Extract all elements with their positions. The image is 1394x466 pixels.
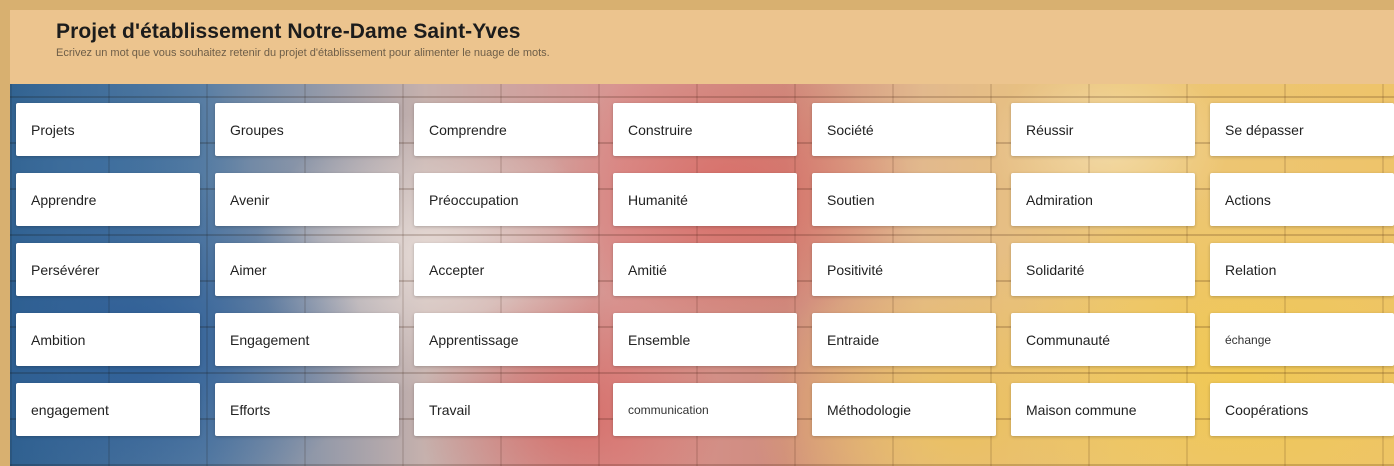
word-card[interactable]: Construire [613, 103, 797, 156]
word-label: Comprendre [429, 121, 507, 138]
word-card[interactable]: Maison commune [1011, 383, 1195, 436]
word-card[interactable]: Projets [16, 103, 200, 156]
word-card[interactable]: Coopérations [1210, 383, 1394, 436]
word-card[interactable]: Positivité [812, 243, 996, 296]
word-label: Groupes [230, 121, 284, 138]
word-label: Préoccupation [429, 191, 519, 208]
word-card[interactable]: Aimer [215, 243, 399, 296]
word-card[interactable]: Préoccupation [414, 173, 598, 226]
word-label: Relation [1225, 261, 1277, 278]
word-card[interactable]: Apprentissage [414, 313, 598, 366]
word-label: Ambition [31, 331, 86, 348]
word-card[interactable]: échange [1210, 313, 1394, 366]
word-grid: Projets Groupes Comprendre Construire Sociét… [16, 103, 1394, 436]
word-card[interactable]: Persévérer [16, 243, 200, 296]
word-label: Soutien [827, 191, 875, 208]
word-label: Communauté [1026, 331, 1111, 348]
word-card[interactable]: Solidarité [1011, 243, 1195, 296]
word-label: Méthodologie [827, 401, 912, 418]
page-header: Projet d'établissement Notre-Dame Saint-… [10, 10, 1394, 84]
word-label: Se dépasser [1225, 121, 1304, 138]
word-label: Solidarité [1026, 261, 1085, 278]
word-card[interactable]: Comprendre [414, 103, 598, 156]
word-label: Engagement [230, 331, 310, 348]
word-card[interactable]: engagement [16, 383, 200, 436]
word-card[interactable]: Actions [1210, 173, 1394, 226]
word-label: Entraide [827, 331, 880, 348]
word-label: Positivité [827, 261, 884, 278]
word-label: Projets [31, 121, 75, 138]
word-label: Amitié [628, 261, 667, 278]
word-label: Ensemble [628, 331, 691, 348]
word-card[interactable]: Entraide [812, 313, 996, 366]
word-label: Efforts [230, 401, 271, 418]
word-card[interactable]: Travail [414, 383, 598, 436]
word-label: Aimer [230, 261, 267, 278]
word-card[interactable]: Se dépasser [1210, 103, 1394, 156]
page-title: Projet d'établissement Notre-Dame Saint-… [56, 20, 521, 43]
brick-wall-background: Projets Groupes Comprendre Construire Sociét… [10, 84, 1394, 466]
word-label: Maison commune [1026, 401, 1137, 418]
word-card[interactable]: Admiration [1011, 173, 1195, 226]
word-label: engagement [31, 401, 109, 418]
word-label: Actions [1225, 191, 1271, 208]
word-card[interactable]: Communauté [1011, 313, 1195, 366]
word-card[interactable]: Relation [1210, 243, 1394, 296]
word-card[interactable]: Engagement [215, 313, 399, 366]
word-label: Avenir [230, 191, 270, 208]
word-label: Société [827, 121, 874, 138]
word-card[interactable]: Soutien [812, 173, 996, 226]
word-label: Accepter [429, 261, 485, 278]
word-card[interactable]: Amitié [613, 243, 797, 296]
word-label: Construire [628, 121, 693, 138]
word-label: Travail [429, 401, 471, 418]
word-card[interactable]: Méthodologie [812, 383, 996, 436]
word-card[interactable]: Réussir [1011, 103, 1195, 156]
word-label: communication [628, 402, 709, 417]
word-label: Apprentissage [429, 331, 519, 348]
word-card[interactable]: Efforts [215, 383, 399, 436]
word-label: Apprendre [31, 191, 97, 208]
word-label: Admiration [1026, 191, 1093, 208]
word-label: Coopérations [1225, 401, 1309, 418]
page-subtitle: Ecrivez un mot que vous souhaitez reteni… [56, 47, 550, 59]
word-card[interactable]: Ensemble [613, 313, 797, 366]
word-label: échange [1225, 332, 1272, 347]
word-card[interactable]: Apprendre [16, 173, 200, 226]
word-card[interactable]: Avenir [215, 173, 399, 226]
word-card[interactable]: Société [812, 103, 996, 156]
word-label: Humanité [628, 191, 688, 208]
page: Projet d'établissement Notre-Dame Saint-… [0, 0, 1394, 466]
word-card[interactable]: Accepter [414, 243, 598, 296]
word-card[interactable]: Humanité [613, 173, 797, 226]
word-label: Réussir [1026, 121, 1074, 138]
word-label: Persévérer [31, 261, 100, 278]
word-card[interactable]: Groupes [215, 103, 399, 156]
word-card[interactable]: communication [613, 383, 797, 436]
word-card[interactable]: Ambition [16, 313, 200, 366]
